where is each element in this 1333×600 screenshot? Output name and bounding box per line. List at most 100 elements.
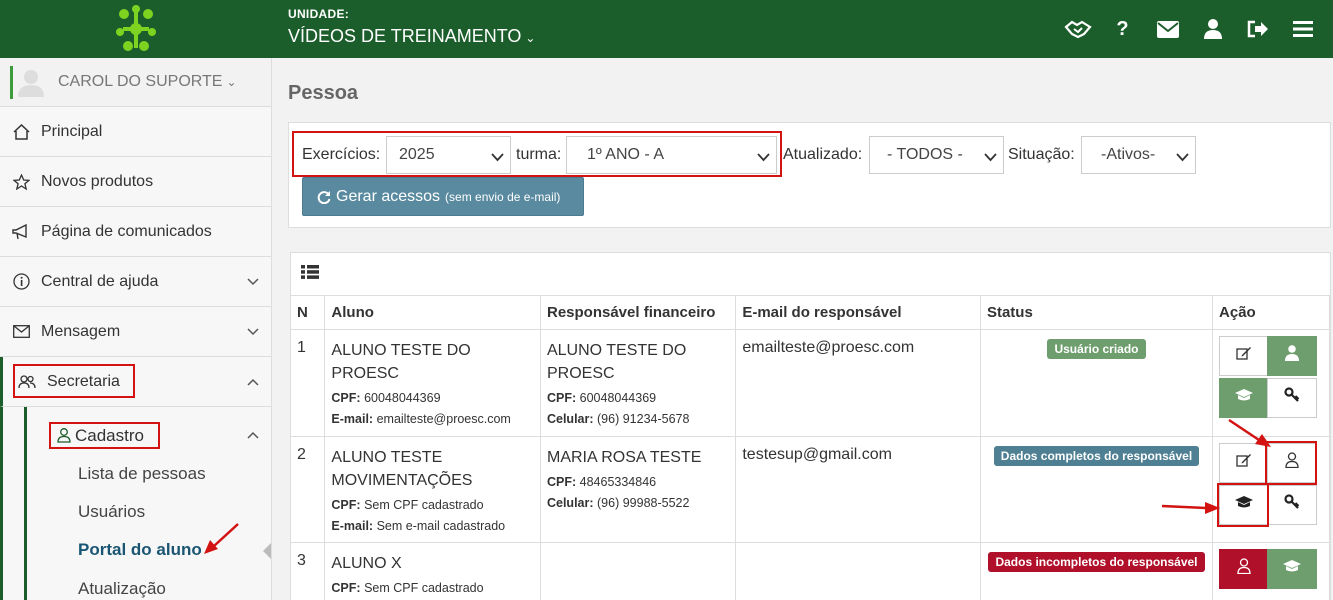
- responsavel-cell: ALUNO TESTE DO PROESC CPF: 60048044369 C…: [540, 329, 737, 437]
- table-row: 1 ALUNO TESTE DO PROESC CPF: 60048044369…: [291, 329, 1330, 437]
- logo[interactable]: [0, 0, 272, 58]
- celular-label: Celular:: [546, 495, 594, 510]
- responsavel-cell: [540, 542, 737, 600]
- generate-access-button[interactable]: Gerar acessos (sem envio de e-mail): [302, 177, 584, 216]
- list-icon[interactable]: [301, 265, 319, 283]
- sidebar-item-comunicados[interactable]: Página de comunicados: [0, 207, 271, 257]
- annotation-arrow: [1228, 418, 1271, 447]
- email-label: E-mail:: [331, 518, 374, 533]
- email-responsavel: [735, 542, 981, 600]
- user-icon: [1285, 345, 1300, 366]
- status-cell: Dados incompletos do responsável: [980, 542, 1214, 600]
- aluno-cell: ALUNO TESTE MOVIMENTAÇÕES CPF: Sem CPF c…: [324, 436, 541, 543]
- table-toolbar: [291, 253, 1330, 296]
- logo-icon: [116, 5, 156, 51]
- edit-icon: [1236, 346, 1252, 365]
- unit-name: VÍDEOS DE TREINAMENTO: [288, 26, 522, 46]
- user-menu[interactable]: CAROL DO SUPORTE ⌄: [0, 58, 271, 107]
- responsavel-cell: MARIA ROSA TESTE CPF: 48465334846 Celula…: [540, 436, 737, 543]
- highlight-box: [1217, 482, 1270, 527]
- aluno-name: ALUNO TESTE MOVIMENTAÇÕES: [331, 448, 473, 489]
- unit-selector[interactable]: VÍDEOS DE TREINAMENTO ⌄: [288, 26, 535, 47]
- page-title: Pessoa: [288, 82, 359, 104]
- logout-icon[interactable]: [1235, 0, 1280, 58]
- sub-link-atualizacao[interactable]: Atualização: [78, 579, 166, 599]
- chevron-down-icon: [491, 149, 504, 167]
- envelope-icon: [12, 323, 30, 341]
- cpf-label: CPF:: [331, 390, 361, 405]
- responsavel-name: MARIA ROSA TESTE: [546, 448, 702, 466]
- email-responsavel: emailteste@proesc.com: [735, 329, 981, 437]
- cpf-value: Sem CPF cadastrado: [364, 497, 484, 512]
- top-bar: UNIDADE: VÍDEOS DE TREINAMENTO ⌄ ?: [0, 0, 1333, 58]
- sidebar-item-label: Novos produtos: [41, 172, 154, 190]
- password-button[interactable]: [1267, 484, 1318, 525]
- cpf-value: Sem CPF cadastrado: [364, 580, 484, 595]
- aluno-name: ALUNO TESTE DO PROESC: [331, 341, 471, 382]
- chevron-down-icon: [984, 149, 997, 167]
- sidebar-item-label: Principal: [41, 122, 103, 140]
- col-status: Status: [980, 296, 1214, 330]
- sidebar-item-central-ajuda[interactable]: Central de ajuda: [0, 257, 271, 307]
- cpf-label: CPF:: [331, 580, 361, 595]
- turma-select[interactable]: 1º ANO - A: [566, 136, 777, 174]
- sidebar-item-principal[interactable]: Principal: [0, 107, 271, 157]
- col-aluno: Aluno: [324, 296, 541, 330]
- cadastro-label: Cadastro: [75, 425, 144, 445]
- sidebar-item-mensagem[interactable]: Mensagem: [0, 307, 271, 357]
- handshake-icon[interactable]: [1055, 0, 1100, 58]
- mail-icon[interactable]: [1145, 0, 1190, 58]
- user-outline-icon: [1237, 558, 1251, 579]
- table-row: 3 ALUNO X CPF: Sem CPF cadastrado Dados …: [291, 542, 1330, 600]
- generate-button-note: (sem envio de e-mail): [445, 189, 561, 204]
- aluno-email: E-mail: Sem e-mail cadastrado: [331, 517, 534, 535]
- action-cell: [1212, 542, 1330, 600]
- chevron-down-icon: ⌄: [525, 31, 536, 45]
- user-access-button[interactable]: [1219, 548, 1270, 589]
- celular-value: (96) 91234-5678: [597, 411, 690, 426]
- password-button[interactable]: [1267, 377, 1318, 418]
- sub-link-usuarios[interactable]: Usuários: [78, 502, 145, 522]
- turma-value: 1º ANO - A: [587, 146, 664, 163]
- celular-value: (96) 99988-5522: [597, 495, 690, 510]
- email-label: E-mail:: [331, 411, 374, 426]
- atualizado-value: - TODOS -: [887, 146, 963, 163]
- student-portal-button[interactable]: [1267, 548, 1318, 589]
- col-responsavel: Responsável financeiro: [540, 296, 737, 330]
- status-badge: Dados incompletos do responsável: [988, 551, 1205, 572]
- user-icon[interactable]: [1190, 0, 1235, 58]
- aluno-cell: ALUNO TESTE DO PROESC CPF: 60048044369 E…: [324, 329, 541, 437]
- student-portal-button[interactable]: [1219, 377, 1270, 418]
- sub-link-portal-aluno[interactable]: Portal do aluno: [78, 540, 202, 560]
- help-icon[interactable]: ?: [1100, 0, 1145, 58]
- exercicios-value: 2025: [399, 146, 435, 163]
- chevron-up-icon: [247, 373, 259, 391]
- status-badge: Dados completos do responsável: [993, 445, 1200, 466]
- status-badge: Usuário criado: [1047, 338, 1146, 359]
- exercicios-select[interactable]: 2025: [386, 136, 511, 174]
- row-number: 1: [291, 329, 326, 437]
- exercicios-label: Exercícios:: [302, 146, 381, 163]
- students-table: N Aluno Responsável financeiro E-mail do…: [291, 296, 1330, 600]
- aluno-name: ALUNO X: [331, 554, 402, 572]
- info-icon: [12, 273, 30, 291]
- chevron-up-icon: [247, 426, 259, 443]
- sidebar-item-secretaria[interactable]: Secretaria: [0, 357, 271, 407]
- responsavel-celular: Celular: (96) 99988-5522: [547, 494, 729, 512]
- home-icon: [12, 123, 30, 141]
- sidebar-item-novos-produtos[interactable]: Novos produtos: [0, 157, 271, 207]
- menu-icon[interactable]: [1280, 0, 1325, 58]
- unit-label: UNIDADE:: [288, 7, 350, 21]
- chevron-down-icon: [247, 273, 259, 291]
- situacao-value: -Ativos-: [1101, 146, 1156, 163]
- sub-link-lista-pessoas[interactable]: Lista de pessoas: [78, 464, 206, 484]
- edit-button[interactable]: [1219, 335, 1270, 376]
- user-access-button[interactable]: [1267, 335, 1318, 376]
- chevron-down-icon: [757, 149, 770, 167]
- star-icon: [12, 173, 30, 191]
- atualizado-select[interactable]: - TODOS -: [869, 136, 1004, 174]
- situacao-select[interactable]: -Ativos-: [1081, 136, 1196, 174]
- email-value: Sem e-mail cadastrado: [376, 518, 506, 533]
- cadastro-menu[interactable]: Cadastro: [49, 422, 160, 449]
- students-table-panel: N Aluno Responsável financeiro E-mail do…: [290, 252, 1331, 600]
